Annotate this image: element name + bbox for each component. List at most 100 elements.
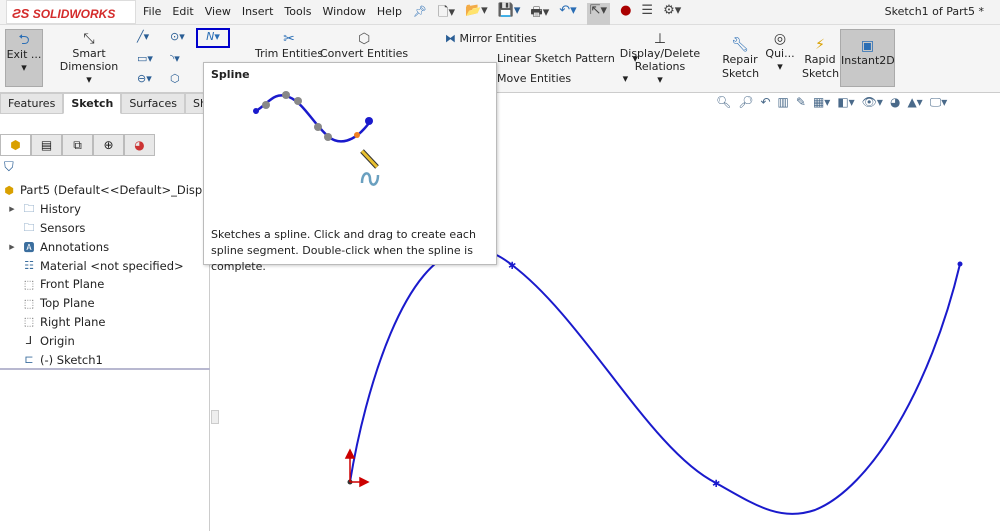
instant2d-label: Instant2D: [841, 54, 895, 67]
quick-snaps-icon: ◎: [773, 31, 787, 47]
menu-tools[interactable]: Tools: [284, 5, 311, 18]
expand-arrow-icon[interactable]: ▶: [6, 243, 18, 251]
arc-tool[interactable]: ◝▾: [170, 52, 180, 65]
tab-features[interactable]: Features: [0, 93, 64, 114]
tree-item[interactable]: ⬚ Top Plane: [2, 294, 219, 313]
mirror-icon: ⧓: [445, 32, 460, 45]
document-title: Sketch1 of Part5 *: [884, 5, 984, 18]
save-icon[interactable]: 💾▾: [498, 3, 521, 25]
smart-dimension-button[interactable]: ⤡ Smart Dimension ▾: [46, 31, 132, 86]
tree-item-label: Origin: [40, 333, 75, 348]
file-properties-icon[interactable]: ☰: [641, 3, 653, 25]
tree-item[interactable]: 🗀 Sensors: [2, 219, 219, 238]
relations-label: Display/Delete Relations: [619, 47, 701, 73]
trim-label: Trim Entities: [255, 47, 324, 60]
tree-item[interactable]: ⬢ Part5 (Default<<Default>_Display: [2, 181, 219, 200]
hide-show-icon[interactable]: 👁︎▾: [862, 95, 883, 110]
options-icon[interactable]: ⚙▾: [663, 3, 681, 25]
quick-label: Qui...: [765, 47, 795, 60]
quick-access-toolbar: 🗋▾ 📂▾ 💾▾ 🖶▾ ↶▾ ⇱▾ ● ☰ ⚙▾: [438, 3, 681, 25]
convert-entities-button[interactable]: ⬡ Convert Entities: [320, 31, 408, 60]
previous-view-icon[interactable]: ↶: [760, 95, 770, 110]
menu-file[interactable]: File: [143, 5, 161, 18]
open-icon[interactable]: 📂▾: [465, 3, 488, 25]
plane-icon: ⬚: [23, 277, 35, 291]
tree-item[interactable]: ⬚ Right Plane: [2, 313, 219, 332]
convert-icon: ⬡: [357, 31, 371, 47]
mirror-label: Mirror Entities: [459, 32, 537, 45]
tree-item[interactable]: ⬚ Front Plane: [2, 275, 219, 294]
zoom-to-area-icon[interactable]: 🔎︎: [738, 95, 753, 110]
property-manager-icon[interactable]: ▤: [31, 134, 62, 156]
repair-sketch-button[interactable]: 🔧︎ Repair Sketch: [722, 37, 760, 81]
logo-text: SOLIDWORKS: [32, 7, 116, 21]
spline-point-marker[interactable]: ✱: [508, 261, 516, 272]
instant2d-button[interactable]: ▣ Instant2D: [840, 29, 895, 87]
move-label: Move Entities: [497, 72, 572, 85]
expand-arrow-icon[interactable]: ▶: [6, 205, 18, 213]
tree-item-label: (-) Sketch1: [40, 352, 103, 367]
scene-icon[interactable]: ▲▾: [907, 95, 922, 110]
trim-icon: ✂: [283, 31, 295, 47]
select-icon[interactable]: ⇱▾: [586, 3, 611, 25]
display-style-icon[interactable]: ◧▾: [837, 95, 854, 110]
pin-icon[interactable]: 📌︎: [413, 5, 427, 18]
mirror-entities-button[interactable]: ⧓ Mirror Entities: [445, 32, 537, 45]
menu-window[interactable]: Window: [323, 5, 366, 18]
display-manager-icon[interactable]: ◕: [124, 134, 155, 156]
circle-tool[interactable]: ⊙▾: [170, 30, 185, 43]
plane-icon: ⬚: [23, 296, 35, 310]
origin-icon: ⅃: [25, 334, 33, 348]
edit-appearance-icon[interactable]: ◕: [890, 95, 900, 110]
spline-tool[interactable]: N▾: [196, 28, 230, 48]
solidworks-logo[interactable]: ƧS SOLIDWORKS: [6, 0, 136, 24]
tab-surfaces[interactable]: Surfaces: [121, 93, 185, 114]
tree-item-label: Material <not specified>: [40, 258, 184, 273]
polygon-tool[interactable]: ⬡: [170, 72, 180, 85]
heads-up-view-toolbar: 🔍︎ 🔎︎ ↶ ▥ ✎ ▦▾ ◧▾ 👁︎▾ ◕ ▲▾ 🖵▾: [716, 95, 947, 110]
smart-dimension-label: Smart Dimension: [59, 47, 119, 73]
menu-view[interactable]: View: [205, 5, 231, 18]
instant2d-icon: ▣: [860, 38, 875, 54]
tree-item[interactable]: ⅃ Origin: [2, 331, 219, 350]
menu-edit[interactable]: Edit: [172, 5, 193, 18]
relations-icon: ⊥: [653, 31, 667, 47]
tree-item[interactable]: ▶ 🅰 Annotations: [2, 237, 219, 256]
tree-item-label: Annotations: [40, 239, 110, 254]
slot-tool[interactable]: ⊖▾: [137, 72, 152, 85]
display-delete-relations-button[interactable]: ⊥ Display/Delete Relations ▾: [600, 31, 720, 86]
print-icon[interactable]: 🖶▾: [530, 3, 549, 25]
line-tool[interactable]: ╱▾: [137, 30, 149, 43]
tree-item[interactable]: ⊏ (-) Sketch1: [2, 350, 219, 369]
tab-sketch[interactable]: Sketch: [63, 93, 122, 114]
menu-insert[interactable]: Insert: [242, 5, 274, 18]
new-document-icon[interactable]: 🗋▾: [438, 3, 455, 25]
configuration-manager-icon[interactable]: ⧉: [62, 134, 93, 156]
tree-item[interactable]: ▶ 🗀 History: [2, 200, 219, 219]
menu-help[interactable]: Help: [377, 5, 402, 18]
exit-sketch-button[interactable]: ⮌ Exit ... ▾: [5, 29, 43, 87]
undo-icon[interactable]: ↶▾: [559, 3, 576, 25]
sketched-spline[interactable]: [349, 248, 961, 515]
quick-snaps-button[interactable]: ◎ Qui... ▾: [764, 31, 796, 73]
tree-item-label: Top Plane: [40, 296, 95, 311]
zoom-to-fit-icon[interactable]: 🔍︎: [716, 95, 731, 110]
repair-label: Repair Sketch: [722, 53, 760, 80]
origin-icon: [344, 448, 370, 488]
filter-icon[interactable]: ⛉: [4, 160, 14, 175]
rebuild-icon[interactable]: ●: [620, 3, 631, 25]
view-settings-icon[interactable]: 🖵▾: [930, 95, 948, 110]
linear-pattern-label: Linear Sketch Pattern: [497, 52, 615, 65]
spline-endpoint[interactable]: [957, 261, 963, 267]
trim-entities-button[interactable]: ✂ Trim Entities: [255, 31, 323, 60]
rectangle-tool[interactable]: ▭▾: [137, 52, 153, 65]
feature-manager-icon[interactable]: ⬢: [0, 134, 31, 156]
section-view-icon[interactable]: ▥: [778, 95, 789, 110]
dynamic-annotation-icon[interactable]: ✎: [796, 95, 806, 110]
rapid-sketch-button[interactable]: ⚡ Rapid Sketch: [802, 37, 839, 81]
tree-item[interactable]: ☷ Material <not specified>: [2, 256, 219, 275]
sketch-icon: ⊏: [24, 353, 34, 367]
view-orientation-icon[interactable]: ▦▾: [813, 95, 830, 110]
spline-point-marker[interactable]: ✱: [712, 479, 720, 490]
dimxpert-icon[interactable]: ⊕: [93, 134, 124, 156]
